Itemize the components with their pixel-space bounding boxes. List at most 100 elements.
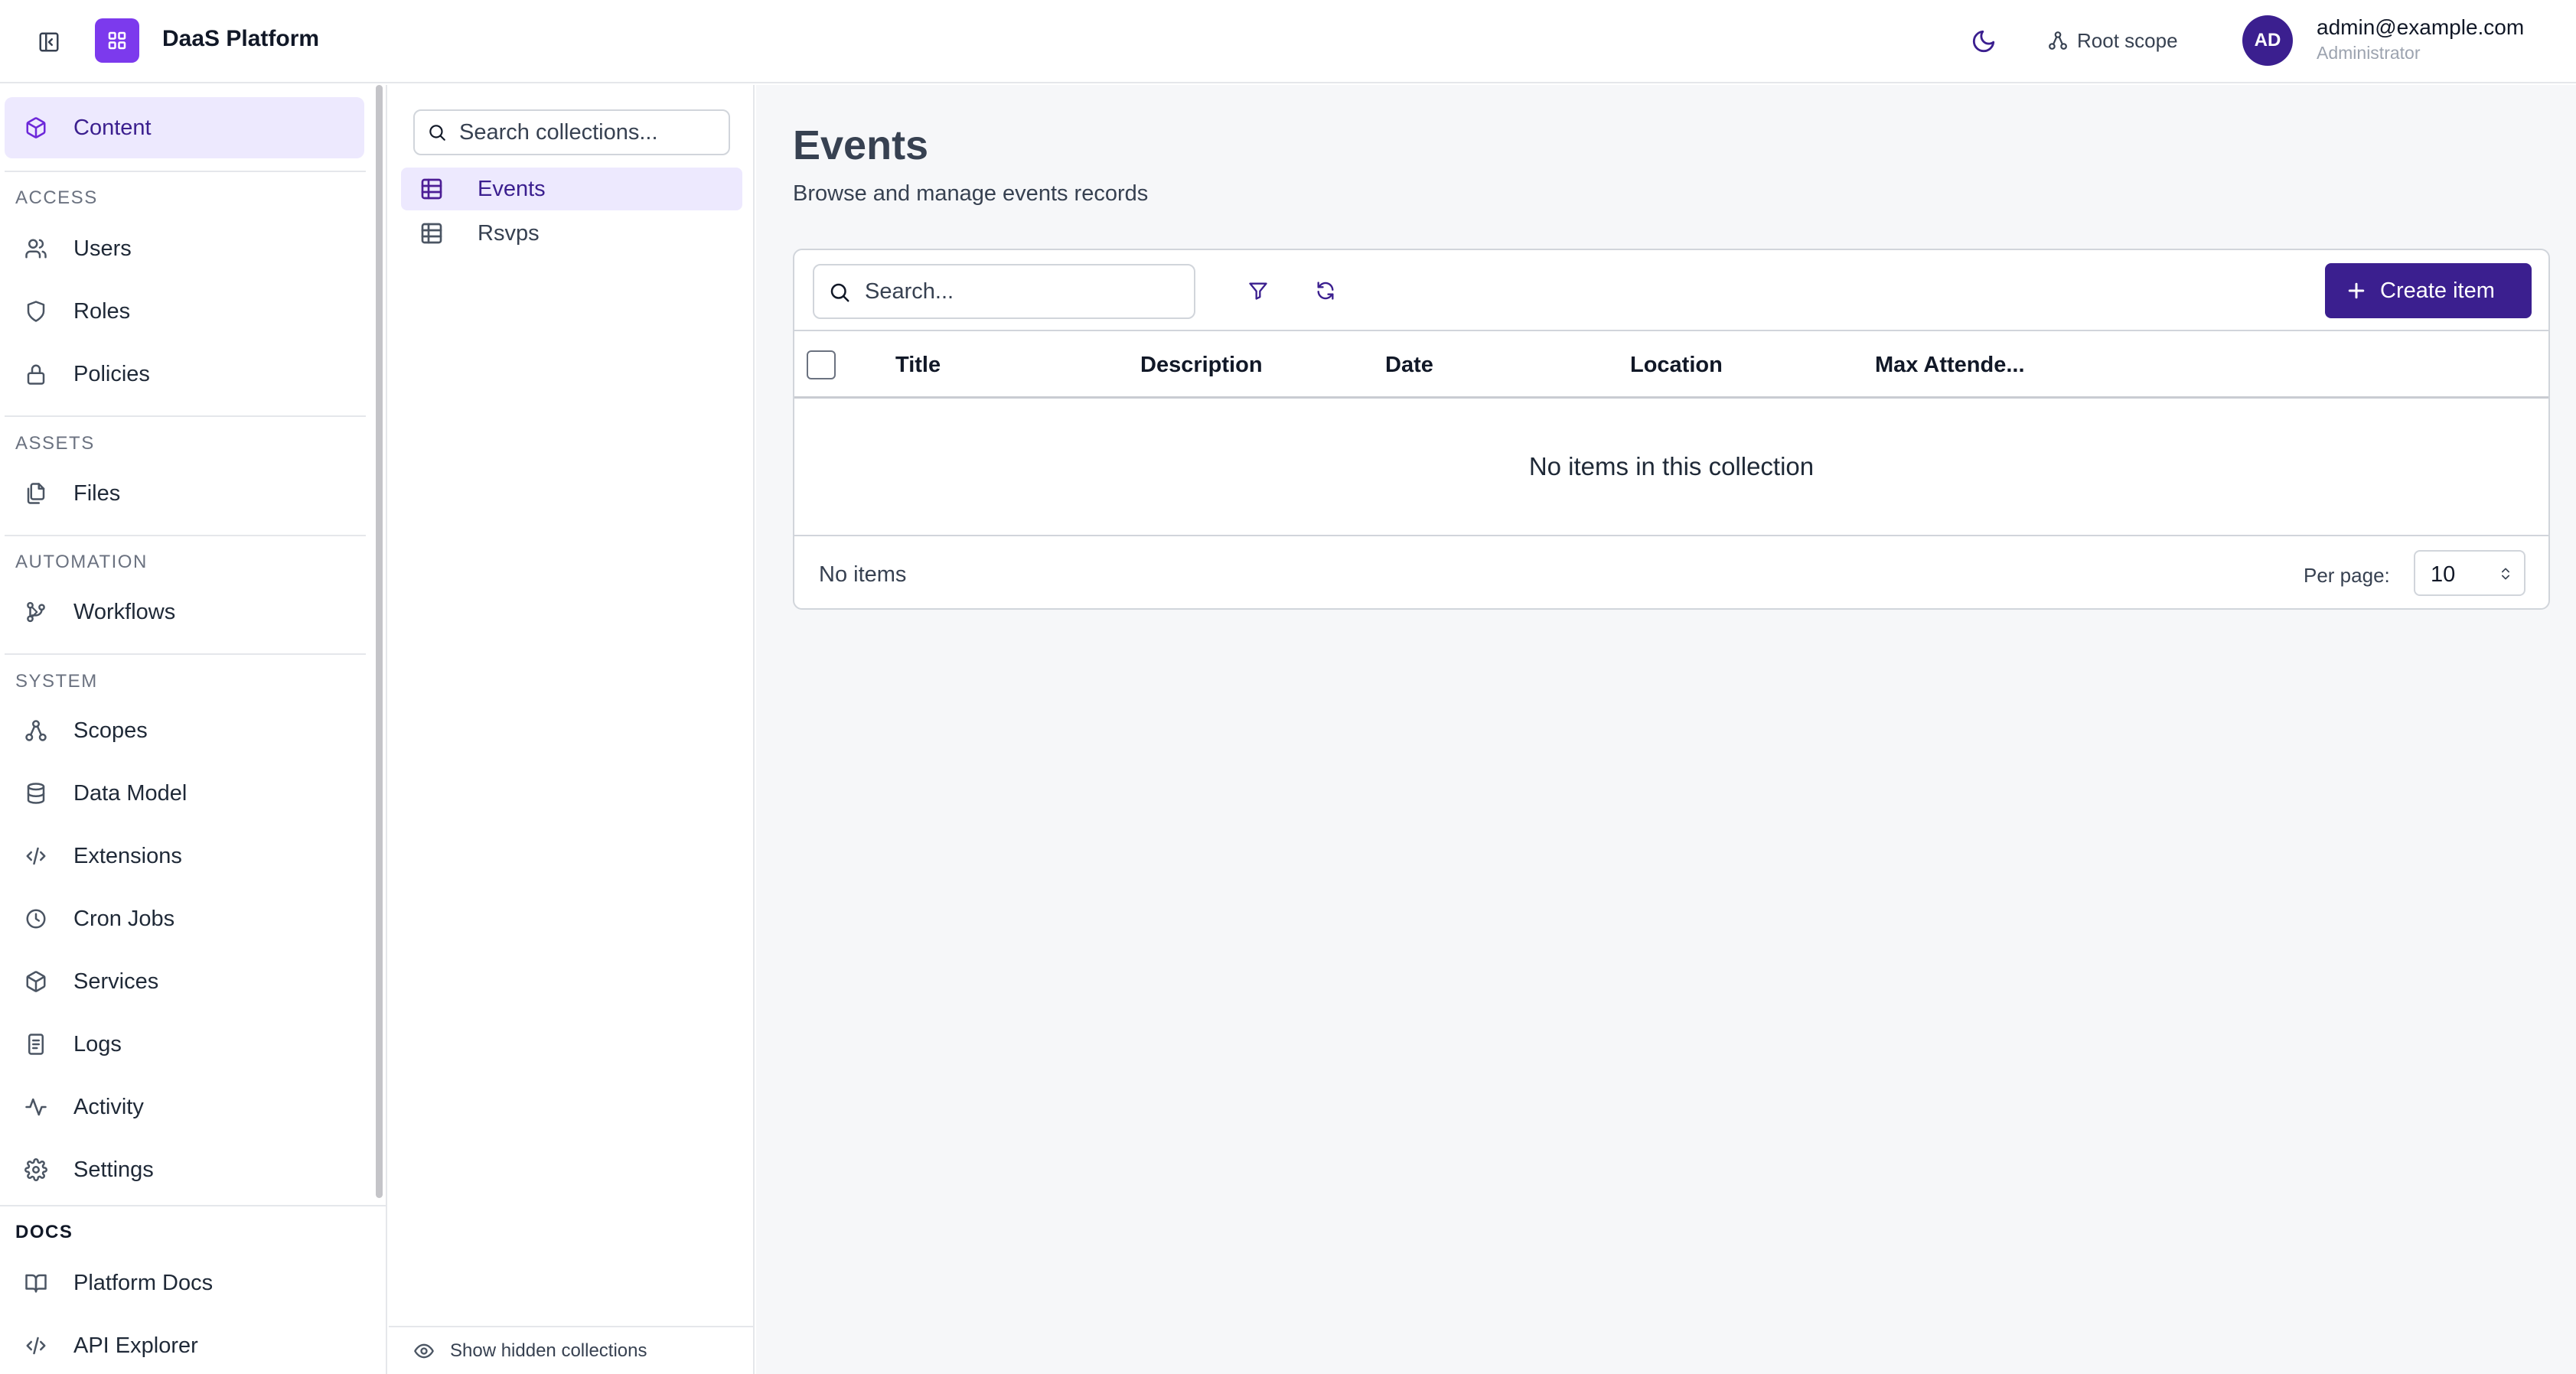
sidebar-item-extensions[interactable]: Extensions xyxy=(5,825,364,887)
plus-icon xyxy=(2348,282,2365,299)
users-icon xyxy=(25,239,47,259)
sidebar-item-label: Data Model xyxy=(73,780,187,806)
items-search-input[interactable] xyxy=(865,276,1179,307)
sidebar-item-files[interactable]: Files xyxy=(5,463,364,524)
eye-icon xyxy=(414,1343,434,1358)
filter-icon[interactable] xyxy=(1241,274,1275,308)
scope-label: Root scope xyxy=(2077,28,2178,52)
sidebar-scrollbar[interactable] xyxy=(376,85,383,1198)
scope-selector-button[interactable]: Root scope xyxy=(2048,25,2178,56)
sidebar-item-label: API Explorer xyxy=(73,1333,198,1358)
per-page-value: 10 xyxy=(2431,562,2456,587)
code-icon xyxy=(26,847,46,865)
section-automation: AUTOMATION xyxy=(15,552,148,572)
box-icon xyxy=(26,971,46,992)
activity-icon xyxy=(25,1098,47,1116)
collection-label: Events xyxy=(478,176,546,201)
column-header-location[interactable]: Location xyxy=(1630,353,1723,378)
items-search[interactable] xyxy=(813,264,1195,319)
show-hidden-label: Show hidden collections xyxy=(450,1340,647,1361)
chevrons-up-down-icon xyxy=(2502,568,2509,580)
table-icon xyxy=(421,223,442,244)
per-page-select[interactable]: 10 xyxy=(2414,550,2525,596)
per-page-label: Per page: xyxy=(2304,564,2390,587)
lock-icon xyxy=(27,364,45,385)
sidebar: Content ACCESS Users Roles Policies ASSE… xyxy=(0,85,387,1374)
sidebar-item-activity[interactable]: Activity xyxy=(5,1076,364,1138)
box-icon xyxy=(26,117,46,138)
create-item-button[interactable]: Create item xyxy=(2325,263,2532,318)
code-icon xyxy=(26,1337,46,1355)
sidebar-item-data-model[interactable]: Data Model xyxy=(5,763,364,824)
section-docs: DOCS xyxy=(15,1222,73,1242)
column-header-title[interactable]: Title xyxy=(895,353,941,378)
sidebar-item-roles[interactable]: Roles xyxy=(5,281,364,342)
column-header-date[interactable]: Date xyxy=(1385,353,1433,378)
sidebar-item-label: Settings xyxy=(73,1157,154,1182)
shield-icon xyxy=(27,301,45,322)
collection-item-rsvps[interactable]: Rsvps xyxy=(401,212,742,255)
table-footer: No items Per page: 10 xyxy=(794,538,2548,608)
sidebar-item-cron-jobs[interactable]: Cron Jobs xyxy=(5,888,364,949)
brand-name: DaaS Platform xyxy=(162,26,320,51)
section-assets: ASSETS xyxy=(15,433,95,454)
collection-label: Rsvps xyxy=(478,220,540,246)
collections-search[interactable] xyxy=(413,109,730,155)
book-open-icon xyxy=(25,1274,47,1293)
sidebar-item-settings[interactable]: Settings xyxy=(5,1139,364,1200)
sidebar-item-content[interactable]: Content xyxy=(5,97,364,158)
search-icon xyxy=(429,125,445,141)
collection-item-events[interactable]: Events xyxy=(401,168,742,210)
sidebar-item-workflows[interactable]: Workflows xyxy=(5,581,364,643)
sidebar-item-logs[interactable]: Logs xyxy=(5,1014,364,1075)
section-system: SYSTEM xyxy=(15,671,98,692)
sidebar-item-label: Extensions xyxy=(73,843,182,868)
scroll-text-icon xyxy=(28,1034,44,1055)
sidebar-item-label: Services xyxy=(73,969,159,994)
sidebar-item-users[interactable]: Users xyxy=(5,218,364,279)
brand-logo-icon[interactable] xyxy=(95,18,139,63)
dark-mode-moon-icon[interactable] xyxy=(1967,24,2000,58)
sidebar-item-scopes[interactable]: Scopes xyxy=(5,700,364,761)
divider xyxy=(5,535,366,536)
user-avatar[interactable]: AD xyxy=(2242,15,2293,66)
sidebar-item-platform-docs[interactable]: Platform Docs xyxy=(5,1252,364,1314)
sidebar-item-label: Activity xyxy=(73,1094,144,1119)
sidebar-item-label: Policies xyxy=(73,361,150,386)
page-subtitle: Browse and manage events records xyxy=(793,181,1149,206)
items-table-card: Create item Title Description Date Locat… xyxy=(793,249,2550,610)
search-icon xyxy=(830,283,849,302)
item-count: No items xyxy=(819,562,907,587)
divider xyxy=(0,1205,387,1206)
sidebar-toggle-icon[interactable] xyxy=(35,28,63,56)
sidebar-item-label: Logs xyxy=(73,1031,122,1057)
sidebar-item-label: Roles xyxy=(73,298,131,324)
scope-icon xyxy=(25,720,47,741)
table-header: Title Description Date Location Max Atte… xyxy=(794,331,2548,399)
show-hidden-collections-button[interactable]: Show hidden collections xyxy=(389,1326,753,1374)
sidebar-item-label: Files xyxy=(73,480,121,506)
sidebar-item-label: Cron Jobs xyxy=(73,906,175,931)
divider xyxy=(5,653,366,655)
gear-icon xyxy=(24,1158,47,1181)
sidebar-item-services[interactable]: Services xyxy=(5,951,364,1012)
column-header-description[interactable]: Description xyxy=(1140,353,1263,378)
table-icon xyxy=(421,178,442,200)
user-email[interactable]: admin@example.com xyxy=(2317,15,2524,40)
collections-search-input[interactable] xyxy=(459,117,719,148)
sidebar-item-label: Platform Docs xyxy=(73,1270,214,1295)
chevron-right-icon[interactable] xyxy=(24,602,44,622)
top-header: DaaS Platform Root scope AD admin@exampl… xyxy=(0,0,2576,83)
main-content: Events Browse and manage events records … xyxy=(756,85,2576,1374)
select-all-checkbox[interactable] xyxy=(807,350,836,379)
page-title: Events xyxy=(793,122,929,168)
sidebar-item-policies[interactable]: Policies xyxy=(5,344,364,405)
column-header-max-attendees[interactable]: Max Attende... xyxy=(1875,353,2025,378)
empty-state-message: No items in this collection xyxy=(794,399,2548,536)
refresh-icon[interactable] xyxy=(1309,274,1342,308)
sidebar-item-api-explorer[interactable]: API Explorer xyxy=(5,1315,364,1374)
table-toolbar: Create item xyxy=(794,250,2548,331)
section-access: ACCESS xyxy=(15,187,98,208)
divider xyxy=(5,415,366,417)
clock-icon xyxy=(26,909,46,929)
